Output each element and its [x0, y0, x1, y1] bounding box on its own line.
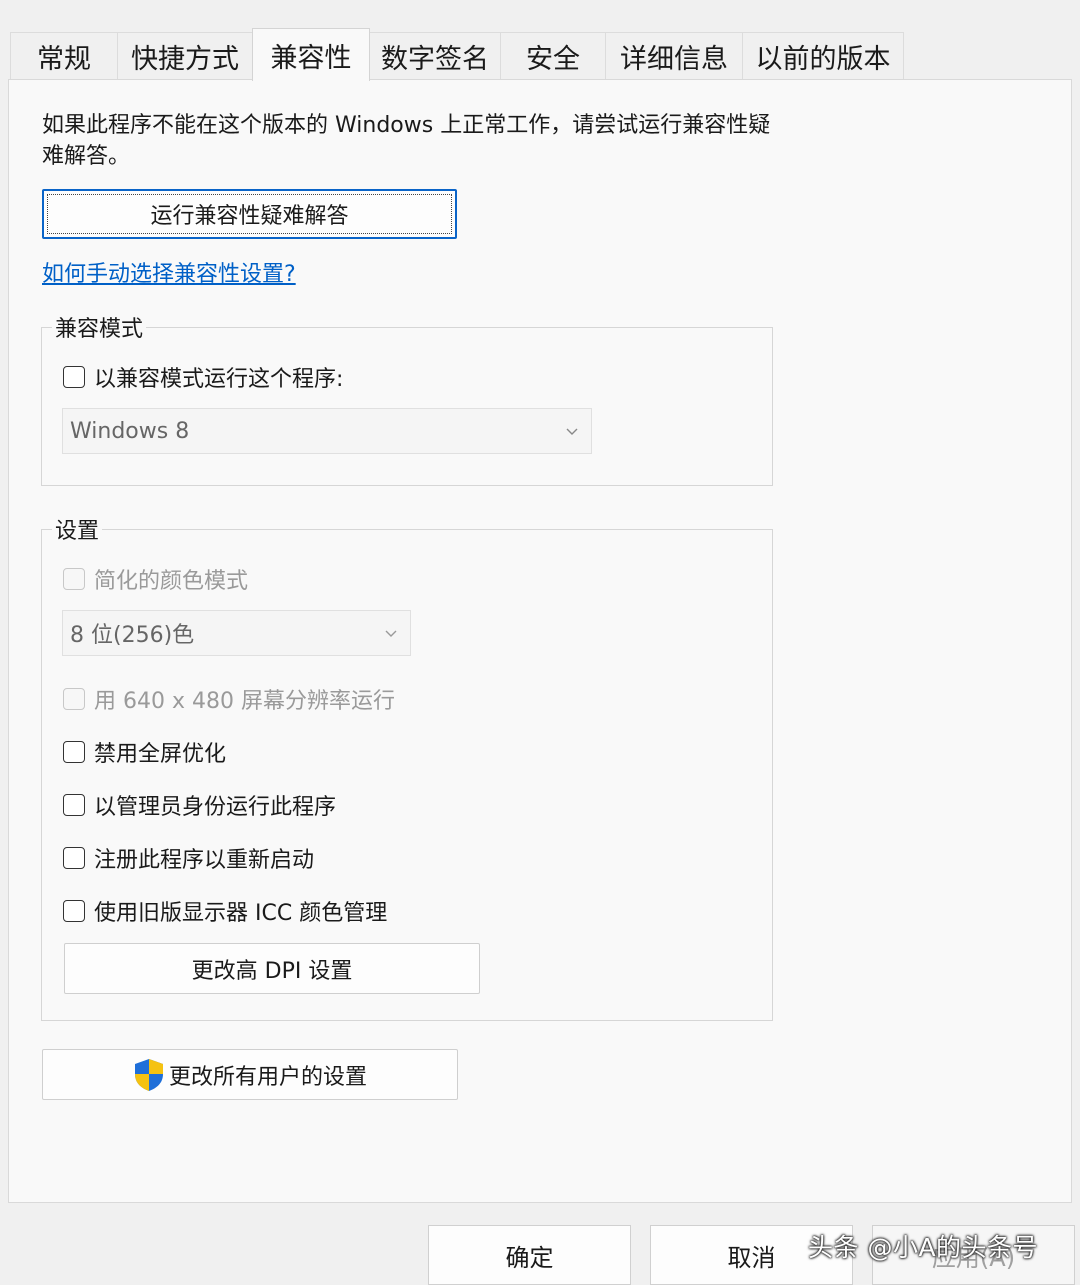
watermark: 头条 @小A的头条号	[808, 1233, 1039, 1262]
chevron-down-icon	[385, 630, 397, 637]
disable-fullscreen-checkbox[interactable]	[63, 741, 85, 763]
legacy-icc-checkbox[interactable]	[63, 900, 85, 922]
run-troubleshooter-button[interactable]: 运行兼容性疑难解答	[42, 189, 457, 239]
res-640-checkbox	[63, 688, 85, 710]
manual-settings-link[interactable]: 如何手动选择兼容性设置?	[42, 256, 296, 288]
ok-button[interactable]: 确定	[428, 1225, 631, 1285]
reduced-color-checkbox	[63, 568, 85, 590]
disable-fullscreen-row[interactable]: 禁用全屏优化	[63, 736, 226, 768]
run-as-admin-checkbox[interactable]	[63, 794, 85, 816]
reduced-color-row: 简化的颜色模式	[63, 563, 248, 595]
tab-shortcut[interactable]: 快捷方式	[117, 32, 253, 80]
tab-digital-signatures[interactable]: 数字签名	[369, 32, 501, 80]
res-640-row: 用 640 x 480 屏幕分辨率运行	[63, 683, 395, 715]
run-as-admin-row[interactable]: 以管理员身份运行此程序	[63, 789, 336, 821]
uac-shield-icon	[134, 1058, 163, 1091]
compat-mode-group: 兼容模式 以兼容模式运行这个程序: Windows 8	[41, 311, 773, 486]
tab-details[interactable]: 详细信息	[605, 32, 743, 80]
settings-group: 设置 简化的颜色模式 8 位(256)色 用 640 x 480 屏幕分辨率运行…	[41, 513, 773, 1021]
compat-mode-legend: 兼容模式	[52, 311, 147, 343]
change-high-dpi-button[interactable]: 更改高 DPI 设置	[64, 943, 480, 994]
color-depth-select: 8 位(256)色	[62, 610, 411, 656]
tab-compatibility[interactable]: 兼容性	[252, 28, 370, 81]
legacy-icc-row[interactable]: 使用旧版显示器 ICC 颜色管理	[63, 895, 387, 927]
chevron-down-icon	[566, 428, 578, 435]
settings-legend: 设置	[52, 513, 103, 545]
compat-mode-checkbox[interactable]	[63, 366, 85, 388]
tab-security[interactable]: 安全	[500, 32, 606, 80]
compatibility-panel: 如果此程序不能在这个版本的 Windows 上正常工作，请尝试运行兼容性疑难解答…	[8, 79, 1072, 1203]
tab-previous-versions[interactable]: 以前的版本	[742, 32, 904, 80]
change-all-users-button[interactable]: 更改所有用户的设置	[42, 1049, 458, 1100]
compat-mode-checkbox-row[interactable]: 以兼容模式运行这个程序:	[63, 361, 343, 393]
register-restart-row[interactable]: 注册此程序以重新启动	[63, 842, 314, 874]
tab-general[interactable]: 常规	[10, 32, 118, 80]
intro-text: 如果此程序不能在这个版本的 Windows 上正常工作，请尝试运行兼容性疑难解答…	[42, 113, 771, 169]
register-restart-checkbox[interactable]	[63, 847, 85, 869]
os-version-select[interactable]: Windows 8	[62, 408, 592, 454]
